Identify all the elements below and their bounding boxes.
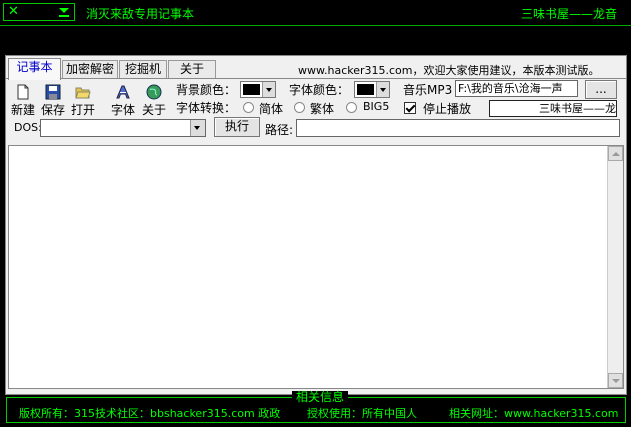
dos-label: DOS: (14, 121, 42, 134)
url-text: 相关网址：www.hacker315.com (449, 407, 619, 420)
title-bar: ✕ 消灭来敌专用记事本 三味书屋——龙音 (0, 0, 631, 26)
radio-traditional[interactable] (294, 102, 305, 113)
music-label: 音乐MP3 (403, 83, 453, 97)
font-color-picker[interactable] (354, 81, 390, 98)
convert-label: 字体转换： (176, 101, 237, 115)
simplified-label: 简体 (259, 102, 284, 116)
browse-button[interactable]: ... (585, 80, 617, 99)
app-title: 消灭来敌专用记事本 (86, 7, 195, 21)
font-label: 字体 (110, 103, 135, 117)
copyright-text: 版权所有：315技术社区：bbshacker315.com 政政 (19, 407, 281, 420)
tab-encrypt[interactable]: 加密解密 (62, 60, 118, 79)
save-label: 保存 (40, 103, 65, 117)
bg-color-picker[interactable] (240, 81, 276, 98)
editor-scrollbar[interactable] (607, 146, 623, 388)
marquee-text: 三味书屋——龙 (489, 100, 617, 117)
open-label: 打开 (70, 103, 95, 117)
tab-about[interactable]: 关于 (168, 60, 216, 79)
folder-open-icon (75, 87, 91, 99)
open-button[interactable]: 打开 (68, 84, 98, 118)
info-footer: 相关信息 版权所有：315技术社区：bbshacker315.com 政政 授权… (6, 391, 626, 423)
stop-playback-checkbox[interactable] (404, 102, 416, 114)
text-editor[interactable] (8, 145, 624, 389)
new-file-icon (17, 84, 29, 100)
font-color-label: 字体颜色： (289, 83, 350, 97)
run-button[interactable]: 执行 (214, 117, 260, 137)
scroll-down-icon[interactable] (608, 373, 623, 388)
license-text: 授权使用：所有中国人 (307, 407, 417, 420)
chevron-down-icon[interactable] (190, 120, 205, 136)
footer-title: 相关信息 (292, 391, 349, 404)
about-label: 关于 (141, 103, 166, 117)
brand-label: 三味书屋——龙音 (520, 7, 617, 21)
main-panel: 记事本 加密解密 挖掘机 关于 www.hacker315.com，欢迎大家使用… (5, 55, 627, 395)
font-icon (116, 85, 130, 99)
save-button[interactable]: 保存 (38, 84, 68, 118)
bg-color-label: 背景颜色： (176, 83, 237, 97)
radio-big5[interactable] (346, 102, 357, 113)
radio-simplified[interactable] (243, 102, 254, 113)
dos-command-combo[interactable] (40, 119, 206, 137)
close-icon[interactable]: ✕ (8, 4, 19, 20)
floppy-disk-icon (45, 84, 61, 100)
globe-icon (146, 84, 162, 100)
path-input[interactable] (296, 119, 620, 137)
path-label: 路径: (265, 123, 294, 137)
music-path-input[interactable]: F:\我的音乐\沧海一声 (455, 80, 578, 97)
traditional-label: 繁体 (310, 102, 335, 116)
scroll-up-icon[interactable] (608, 146, 623, 161)
big5-label: BIG5 (363, 100, 390, 113)
font-button[interactable]: 字体 (108, 84, 138, 118)
new-label: 新建 (10, 103, 35, 117)
tab-notepad[interactable]: 记事本 (8, 58, 61, 80)
minimize-icon[interactable] (56, 5, 72, 19)
about-button[interactable]: 关于 (139, 84, 169, 118)
notice-text: www.hacker315.com，欢迎大家使用建议，本版本测试版。 (298, 64, 600, 77)
tab-digger[interactable]: 挖掘机 (119, 60, 167, 79)
new-button[interactable]: 新建 (8, 84, 38, 118)
tab-divider (6, 78, 626, 79)
window-controls: ✕ (3, 3, 75, 21)
stop-playback-label: 停止播放 (423, 102, 472, 116)
